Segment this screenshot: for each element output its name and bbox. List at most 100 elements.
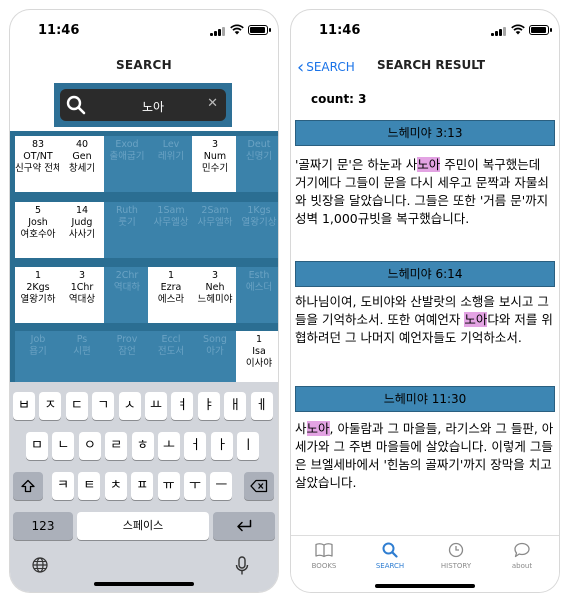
key[interactable]: ㅊ: [104, 472, 127, 500]
backspace-key[interactable]: [244, 472, 274, 500]
search-bar: 노아 ✕: [54, 83, 232, 127]
book-abbr: Deut: [247, 139, 271, 150]
book-abbr: 1Kgs: [247, 205, 271, 216]
key[interactable]: ㄱ: [92, 392, 115, 420]
key[interactable]: ㅐ: [224, 392, 247, 420]
key[interactable]: ㅌ: [78, 472, 101, 500]
book-name: 시편: [73, 346, 91, 357]
book-name: 역대상: [68, 294, 96, 305]
key[interactable]: ㅛ: [145, 392, 167, 420]
clear-icon[interactable]: ✕: [207, 96, 218, 111]
key[interactable]: ㅔ: [250, 392, 273, 420]
key[interactable]: ㅣ: [237, 432, 260, 460]
book-abbr: 2Chr: [115, 270, 139, 281]
tab-label: SEARCH: [375, 562, 405, 570]
book-cell: Deut 신명기: [236, 136, 278, 192]
search-icon: [66, 95, 86, 115]
key[interactable]: ㅡ: [210, 472, 233, 500]
korean-keyboard: ㅂㅈㄷㄱㅅㅛㅕㅑㅐㅔㅁㄴㅇㄹㅎㅗㅓㅏㅣㅋㅌㅊㅍㅠㅜㅡ 123 스페이스: [10, 382, 278, 592]
back-label: SEARCH: [306, 60, 355, 74]
numbers-key[interactable]: 123: [13, 512, 73, 540]
book-count: 5: [34, 205, 42, 216]
tab-search[interactable]: SEARCH: [365, 542, 415, 570]
result-reference[interactable]: 느헤미야 11:30: [295, 386, 555, 412]
book-cell[interactable]: 3 Neh 느헤미야: [192, 267, 238, 323]
home-indicator: [94, 582, 194, 586]
key[interactable]: ㅍ: [131, 472, 154, 500]
key[interactable]: ㅠ: [157, 472, 180, 500]
book-cell: Eccl 전도서: [148, 331, 194, 387]
microphone-icon[interactable]: [235, 556, 249, 576]
book-cell[interactable]: 3 1Chr 역대상: [59, 267, 105, 323]
book-name: 아가: [206, 346, 224, 357]
key[interactable]: ㄹ: [105, 432, 128, 460]
book-cell[interactable]: 14 Judg 사사기: [59, 202, 105, 258]
book-abbr: Esth: [248, 270, 270, 281]
book-cell[interactable]: 1 Ezra 에스라: [148, 267, 194, 323]
book-name: 출애굽기: [109, 151, 145, 162]
book-cell[interactable]: 83 OT/NT 신구약 전체: [15, 136, 62, 192]
search-highlight: 노아: [464, 312, 488, 327]
result-reference[interactable]: 느헤미야 6:14: [295, 261, 555, 287]
verse-text: 하나님이여, 도비야와 산발랏의 소행을 보시고 그들을 기억하소서. 또한 여…: [295, 293, 555, 347]
book-name: 창세기: [68, 163, 96, 174]
key[interactable]: ㅜ: [184, 472, 206, 500]
space-key[interactable]: 스페이스: [77, 512, 209, 540]
chat-bubble-icon: [514, 542, 530, 558]
key[interactable]: ㅇ: [78, 432, 101, 460]
key[interactable]: ㄴ: [52, 432, 75, 460]
book-name: 욥기: [29, 346, 47, 357]
key[interactable]: ㅗ: [158, 432, 180, 460]
back-button[interactable]: ‹ SEARCH: [297, 57, 355, 78]
key[interactable]: ㅅ: [118, 392, 141, 420]
book-name: 열왕기하: [20, 294, 56, 305]
book-cell[interactable]: 40 Gen 창세기: [59, 136, 105, 192]
book-abbr: Ps: [76, 334, 88, 345]
key[interactable]: ㅋ: [52, 472, 74, 500]
key[interactable]: ㅑ: [197, 392, 220, 420]
key[interactable]: ㅏ: [210, 432, 233, 460]
book-cell[interactable]: 5 Josh 여호수아: [15, 202, 61, 258]
book-cell[interactable]: 1 2Kgs 열왕기하: [15, 267, 61, 323]
book-cell: Ps 시편: [59, 331, 105, 387]
book-cell: Esth 에스더: [236, 267, 278, 323]
book-cell[interactable]: 1 Isa 이사야: [236, 331, 278, 387]
key[interactable]: ㅎ: [131, 432, 154, 460]
verse-text: 사노아, 아둘람과 그 마을들, 라기스와 그 들판, 아세가와 그 주변 마을…: [295, 420, 555, 492]
return-key[interactable]: [213, 512, 275, 540]
book-name: 느헤미야: [197, 294, 233, 305]
book-abbr: Song: [203, 334, 227, 345]
wifi-icon: [230, 24, 244, 35]
key[interactable]: ㄷ: [65, 392, 88, 420]
tab-books[interactable]: BOOKS: [299, 542, 349, 570]
book-count: 1: [167, 270, 175, 281]
book-count: 3: [211, 270, 219, 281]
key[interactable]: ㅂ: [13, 392, 35, 420]
signal-icon: [491, 26, 507, 36]
book-name: 민수기: [201, 163, 229, 174]
status-time: 11:46: [38, 23, 80, 38]
book-name: 사무엘하: [197, 217, 233, 228]
key[interactable]: ㅓ: [184, 432, 207, 460]
search-highlight: 노아: [417, 157, 441, 172]
verse-text-before: '골짜기 문'은 하눈과 사: [295, 157, 418, 172]
shift-key[interactable]: [13, 472, 43, 500]
book-cell[interactable]: 3 Num 민수기: [192, 136, 238, 192]
book-abbr: Prov: [116, 334, 138, 345]
tab-label: HISTORY: [440, 562, 472, 570]
book-abbr: Josh: [28, 217, 48, 228]
result-reference[interactable]: 느헤미야 3:13: [295, 120, 555, 146]
book-cell: 2Sam 사무엘하: [192, 202, 238, 258]
globe-icon[interactable]: [32, 557, 48, 573]
key[interactable]: ㅁ: [26, 432, 48, 460]
book-abbr: Gen: [72, 151, 92, 162]
search-input[interactable]: 노아 ✕: [60, 89, 226, 121]
key[interactable]: ㅈ: [39, 392, 62, 420]
book-name: 전도서: [157, 346, 185, 357]
key[interactable]: ㅕ: [171, 392, 194, 420]
page-title: SEARCH RESULT: [377, 58, 486, 72]
signal-icon: [210, 26, 226, 36]
tab-history[interactable]: HISTORY: [431, 542, 481, 570]
tab-about[interactable]: about: [497, 542, 547, 570]
book-abbr: Num: [203, 151, 227, 162]
